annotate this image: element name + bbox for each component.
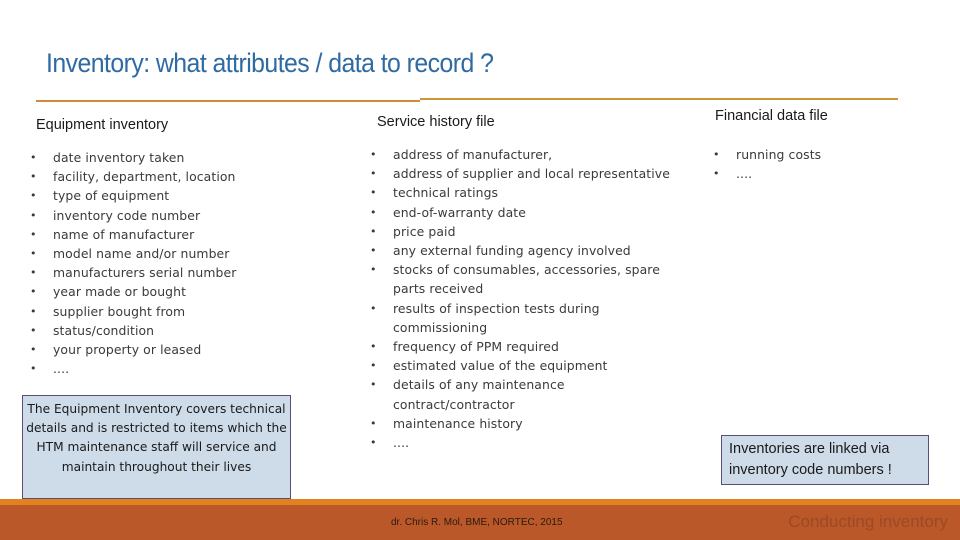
list-item: • price paid	[370, 222, 690, 241]
slide-title: Inventory: what attributes / data to rec…	[46, 48, 494, 78]
bullet-icon: •	[30, 304, 37, 318]
equipment-inventory-list: • date inventory taken • facility, departme…	[30, 148, 310, 378]
list-item: • running costs	[713, 145, 933, 164]
list-item-text: your property or leased	[53, 342, 202, 358]
list-item: •....	[370, 433, 690, 452]
list-item-text: estimated value of the equipment	[393, 358, 608, 374]
bullet-icon: •	[30, 151, 37, 164]
service-history-list: • address of manufacturer, • address of sup…	[370, 145, 690, 452]
list-item: • status/condition	[30, 321, 310, 340]
list-item-text: ....	[736, 166, 753, 182]
list-item-text: price paid	[393, 223, 456, 239]
bullet-icon: •	[30, 247, 37, 261]
list-item-text: name of manufacturer	[53, 226, 195, 242]
list-item: • date inventory taken	[30, 148, 310, 167]
list-item: • frequency of PPM required	[370, 337, 690, 356]
heading-equipment-inventory: Equipment inventory	[36, 117, 169, 133]
bullet-icon: •	[30, 266, 37, 280]
list-item: • your property or leased	[30, 340, 310, 359]
list-item-text: maintenance history	[393, 415, 523, 431]
bullet-icon: •	[30, 189, 37, 203]
list-item: • technical ratings	[370, 183, 690, 202]
list-item: • end-of-warranty date	[370, 203, 690, 222]
bullet-icon: •	[370, 186, 377, 200]
bullet-icon: •	[370, 263, 377, 277]
bullet-icon: •	[370, 244, 377, 258]
list-item-text: results of inspection tests during commi…	[393, 300, 600, 335]
list-item: • manufacturers serial number	[30, 263, 310, 282]
heading-financial-data-file: Financial data file	[715, 108, 828, 124]
list-item: • any external funding agency involved	[370, 241, 690, 260]
list-item: • stocks of consumables, accessories, spa…	[370, 260, 690, 298]
list-item-text: address of manufacturer,	[393, 147, 553, 162]
linked-inventories-note: Inventories are linked via inventory cod…	[721, 435, 929, 485]
list-item: •....	[30, 359, 310, 378]
list-item: • inventory code number	[30, 206, 310, 225]
list-item: • estimated value of the equipment	[370, 356, 690, 375]
bullet-icon: •	[370, 301, 377, 315]
bullet-icon: •	[30, 208, 37, 222]
bullet-icon: •	[370, 436, 377, 450]
bullet-icon: •	[370, 340, 377, 354]
heading-service-history-file: Service history file	[377, 114, 495, 130]
list-item: • results of inspection tests during comm…	[370, 299, 690, 337]
list-item-text: manufacturers serial number	[53, 265, 237, 281]
list-item: • supplier bought from	[30, 302, 310, 321]
financial-data-list: • running costs •....	[713, 145, 933, 183]
bullet-icon: •	[370, 416, 377, 430]
bullet-icon: •	[30, 343, 37, 357]
list-item: • name of manufacturer	[30, 225, 310, 244]
list-item: • maintenance history	[370, 414, 690, 433]
list-item-text: technical ratings	[393, 185, 499, 201]
title-underline-left	[36, 100, 420, 102]
list-item-text: inventory code number	[53, 207, 201, 223]
footer-section-title: Conducting inventory	[788, 512, 948, 531]
footer-credit: dr. Chris R. Mol, BME, NORTEC, 2015	[391, 517, 563, 528]
list-item-text: supplier bought from	[53, 303, 186, 319]
title-underline-right	[420, 98, 898, 100]
bullet-icon: •	[30, 362, 37, 376]
bullet-icon: •	[713, 167, 720, 181]
list-item: • address of supplier and local represent…	[370, 164, 690, 183]
bullet-icon: •	[713, 148, 720, 161]
bullet-icon: •	[30, 323, 37, 337]
equipment-inventory-note: The Equipment Inventory covers technical…	[22, 395, 291, 499]
list-item: • facility, department, location	[30, 167, 310, 186]
bullet-icon: •	[370, 148, 377, 161]
list-item-text: ....	[53, 361, 70, 377]
bullet-icon: •	[370, 167, 377, 181]
list-item: • model name and/or number	[30, 244, 310, 263]
list-item-text: end-of-warranty date	[393, 204, 526, 220]
bullet-icon: •	[370, 224, 377, 238]
list-item-text: frequency of PPM required	[393, 339, 559, 355]
footer-band: dr. Chris R. Mol, BME, NORTEC, 2015 Cond…	[0, 505, 960, 540]
list-item-text: ....	[393, 435, 410, 451]
list-item: •....	[713, 164, 933, 183]
list-item-text: date inventory taken	[53, 150, 185, 165]
list-item: • year made or bought	[30, 282, 310, 301]
list-item-text: any external funding agency involved	[393, 243, 631, 259]
bullet-icon: •	[370, 378, 377, 392]
list-item-text: type of equipment	[53, 188, 170, 204]
list-item-text: stocks of consumables, accessories, spar…	[393, 262, 660, 297]
list-item: • details of any maintenance contract/con…	[370, 375, 690, 413]
bullet-icon: •	[370, 359, 377, 373]
list-item-text: running costs	[736, 147, 822, 162]
list-item: • type of equipment	[30, 186, 310, 205]
list-item-text: year made or bought	[53, 284, 187, 300]
bullet-icon: •	[30, 285, 37, 299]
list-item-text: status/condition	[53, 322, 155, 338]
list-item-text: facility, department, location	[53, 169, 236, 185]
list-item-text: details of any maintenance contract/cont…	[393, 377, 565, 412]
bullet-icon: •	[370, 205, 377, 219]
list-item-text: address of supplier and local representa…	[393, 166, 670, 182]
bullet-icon: •	[30, 227, 37, 241]
bullet-icon: •	[30, 170, 37, 184]
list-item: • address of manufacturer,	[370, 145, 690, 164]
list-item-text: model name and/or number	[53, 246, 230, 262]
